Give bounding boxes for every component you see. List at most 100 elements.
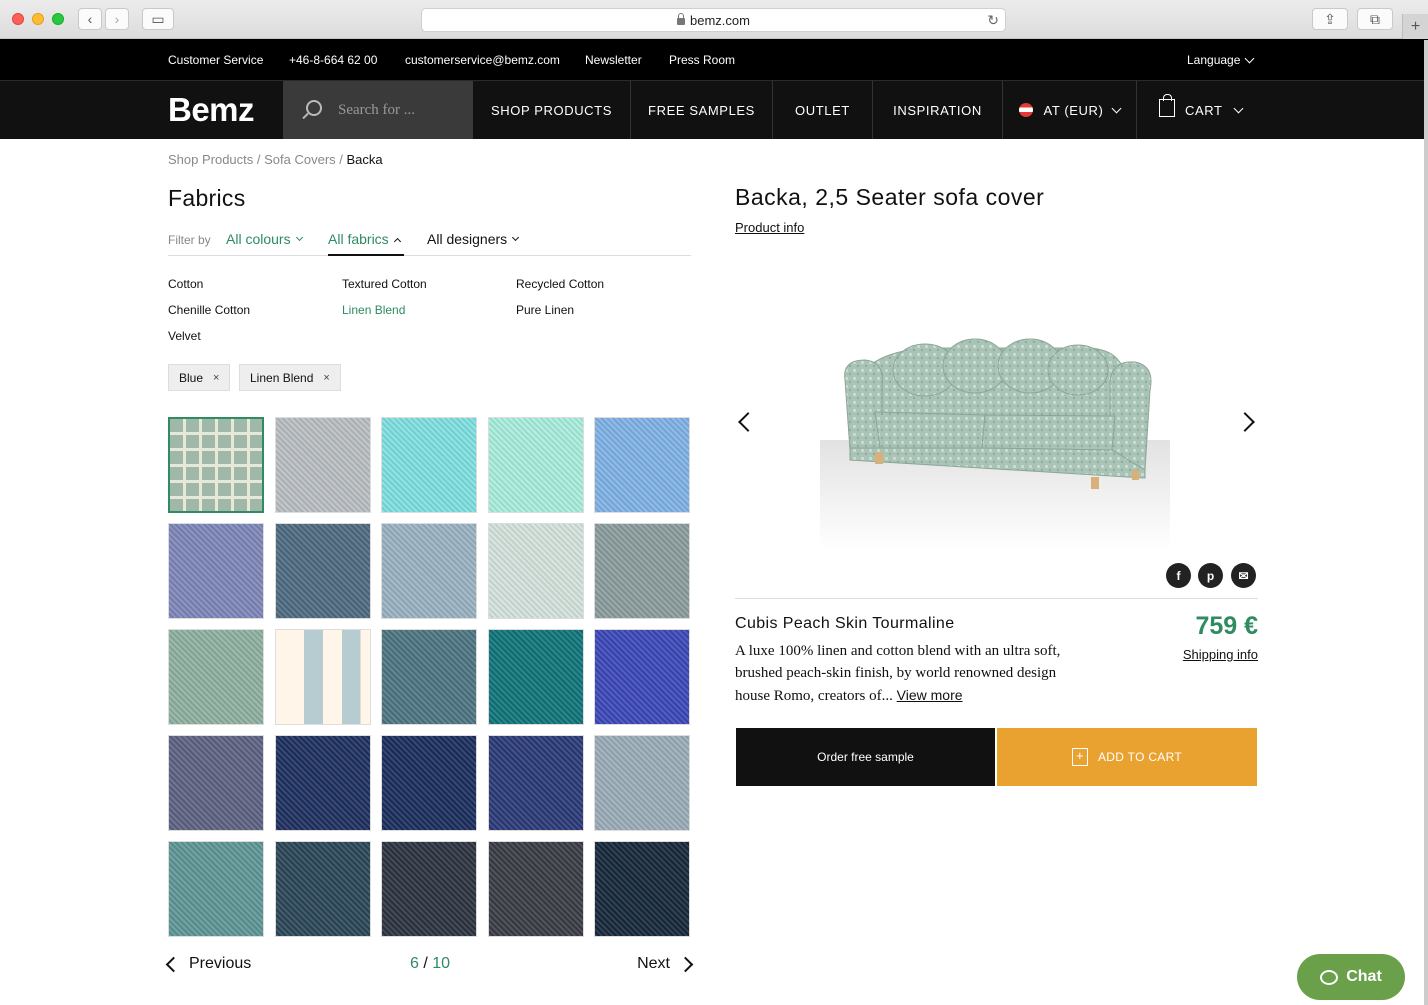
fabric-option-velvet[interactable]: Velvet xyxy=(168,329,201,343)
customer-service-link[interactable]: Customer Service xyxy=(168,53,263,67)
reload-icon[interactable]: ↻ xyxy=(987,12,999,29)
fabric-option-recycled-cotton[interactable]: Recycled Cotton xyxy=(516,277,604,291)
austria-flag-icon xyxy=(1018,103,1033,117)
breadcrumb: Shop Products / Sofa Covers / Backa xyxy=(168,152,383,167)
fabric-swatch[interactable] xyxy=(381,735,477,831)
fabric-swatch[interactable] xyxy=(594,841,690,937)
product-info-link[interactable]: Product info xyxy=(735,220,804,235)
search-input[interactable] xyxy=(338,99,458,121)
fabric-option-linen-blend[interactable]: Linen Blend xyxy=(342,303,405,317)
sidebar-toggle-icon[interactable]: ▭ xyxy=(142,8,174,30)
fabric-swatch[interactable] xyxy=(168,841,264,937)
pinterest-icon[interactable]: p xyxy=(1198,563,1223,588)
lock-icon xyxy=(677,12,686,25)
active-filter-tag[interactable]: Blue × xyxy=(168,364,231,391)
chat-bubble-icon xyxy=(1320,969,1339,985)
designer-filter-dropdown[interactable]: All designers xyxy=(427,231,520,247)
fabric-swatch[interactable] xyxy=(274,629,371,725)
close-window-button[interactable] xyxy=(12,13,24,25)
fabric-filter-dropdown[interactable]: All fabrics xyxy=(328,231,401,247)
fabric-swatch[interactable] xyxy=(487,841,584,937)
sofa-product-image xyxy=(820,338,1170,550)
press-room-link[interactable]: Press Room xyxy=(669,53,735,67)
nav-shop-products[interactable]: SHOP PRODUCTS xyxy=(473,81,631,139)
fabric-swatch[interactable] xyxy=(594,417,690,513)
fabric-swatch[interactable] xyxy=(487,523,584,619)
fabric-swatch[interactable] xyxy=(168,629,264,725)
shipping-info-link[interactable]: Shipping info xyxy=(1183,647,1258,662)
top-info-bar: Customer Service +46-8-664 62 00 custome… xyxy=(0,39,1428,80)
newsletter-link[interactable]: Newsletter xyxy=(585,53,642,67)
chat-button[interactable]: Chat xyxy=(1297,954,1405,1000)
email-link[interactable]: customerservice@bemz.com xyxy=(405,53,560,67)
previous-image-arrow-icon[interactable] xyxy=(738,412,758,432)
search-box[interactable] xyxy=(283,81,473,139)
bemz-logo[interactable]: Bemz xyxy=(168,91,255,129)
breadcrumb-shop-products[interactable]: Shop Products xyxy=(168,152,253,167)
nav-free-samples[interactable]: FREE SAMPLES xyxy=(631,81,773,139)
minimize-window-button[interactable] xyxy=(32,13,44,25)
email-share-icon[interactable]: ✉ xyxy=(1231,563,1256,588)
fabric-swatch[interactable] xyxy=(274,523,371,619)
fabric-swatch[interactable] xyxy=(274,417,371,513)
address-bar[interactable]: bemz.com ↻ xyxy=(421,8,1006,32)
fabric-swatch[interactable] xyxy=(487,629,584,725)
total-pages: 10 xyxy=(432,955,451,972)
active-filter-tag[interactable]: Linen Blend × xyxy=(239,364,341,391)
nav-inspiration[interactable]: INSPIRATION xyxy=(873,81,1003,139)
fabric-option-cotton[interactable]: Cotton xyxy=(168,277,203,291)
fabric-option-textured-cotton[interactable]: Textured Cotton xyxy=(342,277,427,291)
new-tab-icon[interactable]: + xyxy=(1402,14,1428,39)
next-image-arrow-icon[interactable] xyxy=(1235,412,1255,432)
fabric-swatch[interactable] xyxy=(381,523,477,619)
colour-filter-dropdown[interactable]: All colours xyxy=(226,231,303,247)
phone-link[interactable]: +46-8-664 62 00 xyxy=(289,53,377,67)
share-icon[interactable]: ⇪ xyxy=(1312,8,1348,30)
fabric-swatch[interactable] xyxy=(594,523,690,619)
fabric-swatch[interactable] xyxy=(168,417,264,513)
nav-label: OUTLET xyxy=(795,102,850,118)
nav-label: INSPIRATION xyxy=(893,102,982,118)
breadcrumb-separator: / xyxy=(253,152,265,167)
page-separator: / xyxy=(423,955,428,972)
add-to-cart-button[interactable]: ADD TO CART xyxy=(997,728,1257,786)
region-label: AT (EUR) xyxy=(1043,102,1104,118)
zoom-window-button[interactable] xyxy=(52,13,64,25)
fabric-swatch[interactable] xyxy=(381,841,477,937)
fabric-swatch[interactable] xyxy=(487,735,584,831)
scrollbar[interactable] xyxy=(1424,40,1428,1005)
cart-button[interactable]: CART xyxy=(1137,81,1257,139)
fabric-swatch[interactable] xyxy=(168,523,264,619)
current-page: 6 xyxy=(410,955,419,972)
chevron-down-icon xyxy=(1112,103,1122,113)
fabric-option-pure-linen[interactable]: Pure Linen xyxy=(516,303,574,317)
order-free-sample-button[interactable]: Order free sample xyxy=(736,728,995,786)
chevron-down-icon xyxy=(1244,53,1255,63)
previous-page-button[interactable]: Previous xyxy=(165,955,251,973)
fabric-swatch[interactable] xyxy=(487,417,584,513)
region-selector[interactable]: AT (EUR) xyxy=(1003,81,1137,139)
fabric-swatch[interactable] xyxy=(274,841,371,937)
fabric-swatch[interactable] xyxy=(594,735,690,831)
fabric-swatch[interactable] xyxy=(274,735,371,831)
tag-label: Linen Blend xyxy=(250,370,314,385)
fabric-option-chenille-cotton[interactable]: Chenille Cotton xyxy=(168,303,250,317)
fabric-swatch[interactable] xyxy=(381,629,477,725)
remove-tag-icon[interactable]: × xyxy=(213,372,219,384)
back-icon[interactable]: ‹ xyxy=(78,8,102,30)
next-page-button[interactable]: Next xyxy=(637,955,694,973)
facebook-icon[interactable]: f xyxy=(1166,563,1191,588)
tabs-overview-icon[interactable]: ⧉ xyxy=(1357,8,1393,30)
fabric-swatch[interactable] xyxy=(594,629,690,725)
nav-outlet[interactable]: OUTLET xyxy=(773,81,873,139)
breadcrumb-sofa-covers[interactable]: Sofa Covers xyxy=(264,152,336,167)
divider xyxy=(735,598,1258,599)
language-selector[interactable]: Language xyxy=(1187,53,1255,67)
forward-icon[interactable]: › xyxy=(105,8,129,30)
price: 759 € xyxy=(1195,612,1258,640)
view-more-link[interactable]: View more xyxy=(897,687,963,703)
fabric-swatch[interactable] xyxy=(381,417,477,513)
fabric-swatch[interactable] xyxy=(168,735,264,831)
remove-tag-icon[interactable]: × xyxy=(323,372,329,384)
colour-filter-label: All colours xyxy=(226,231,291,247)
